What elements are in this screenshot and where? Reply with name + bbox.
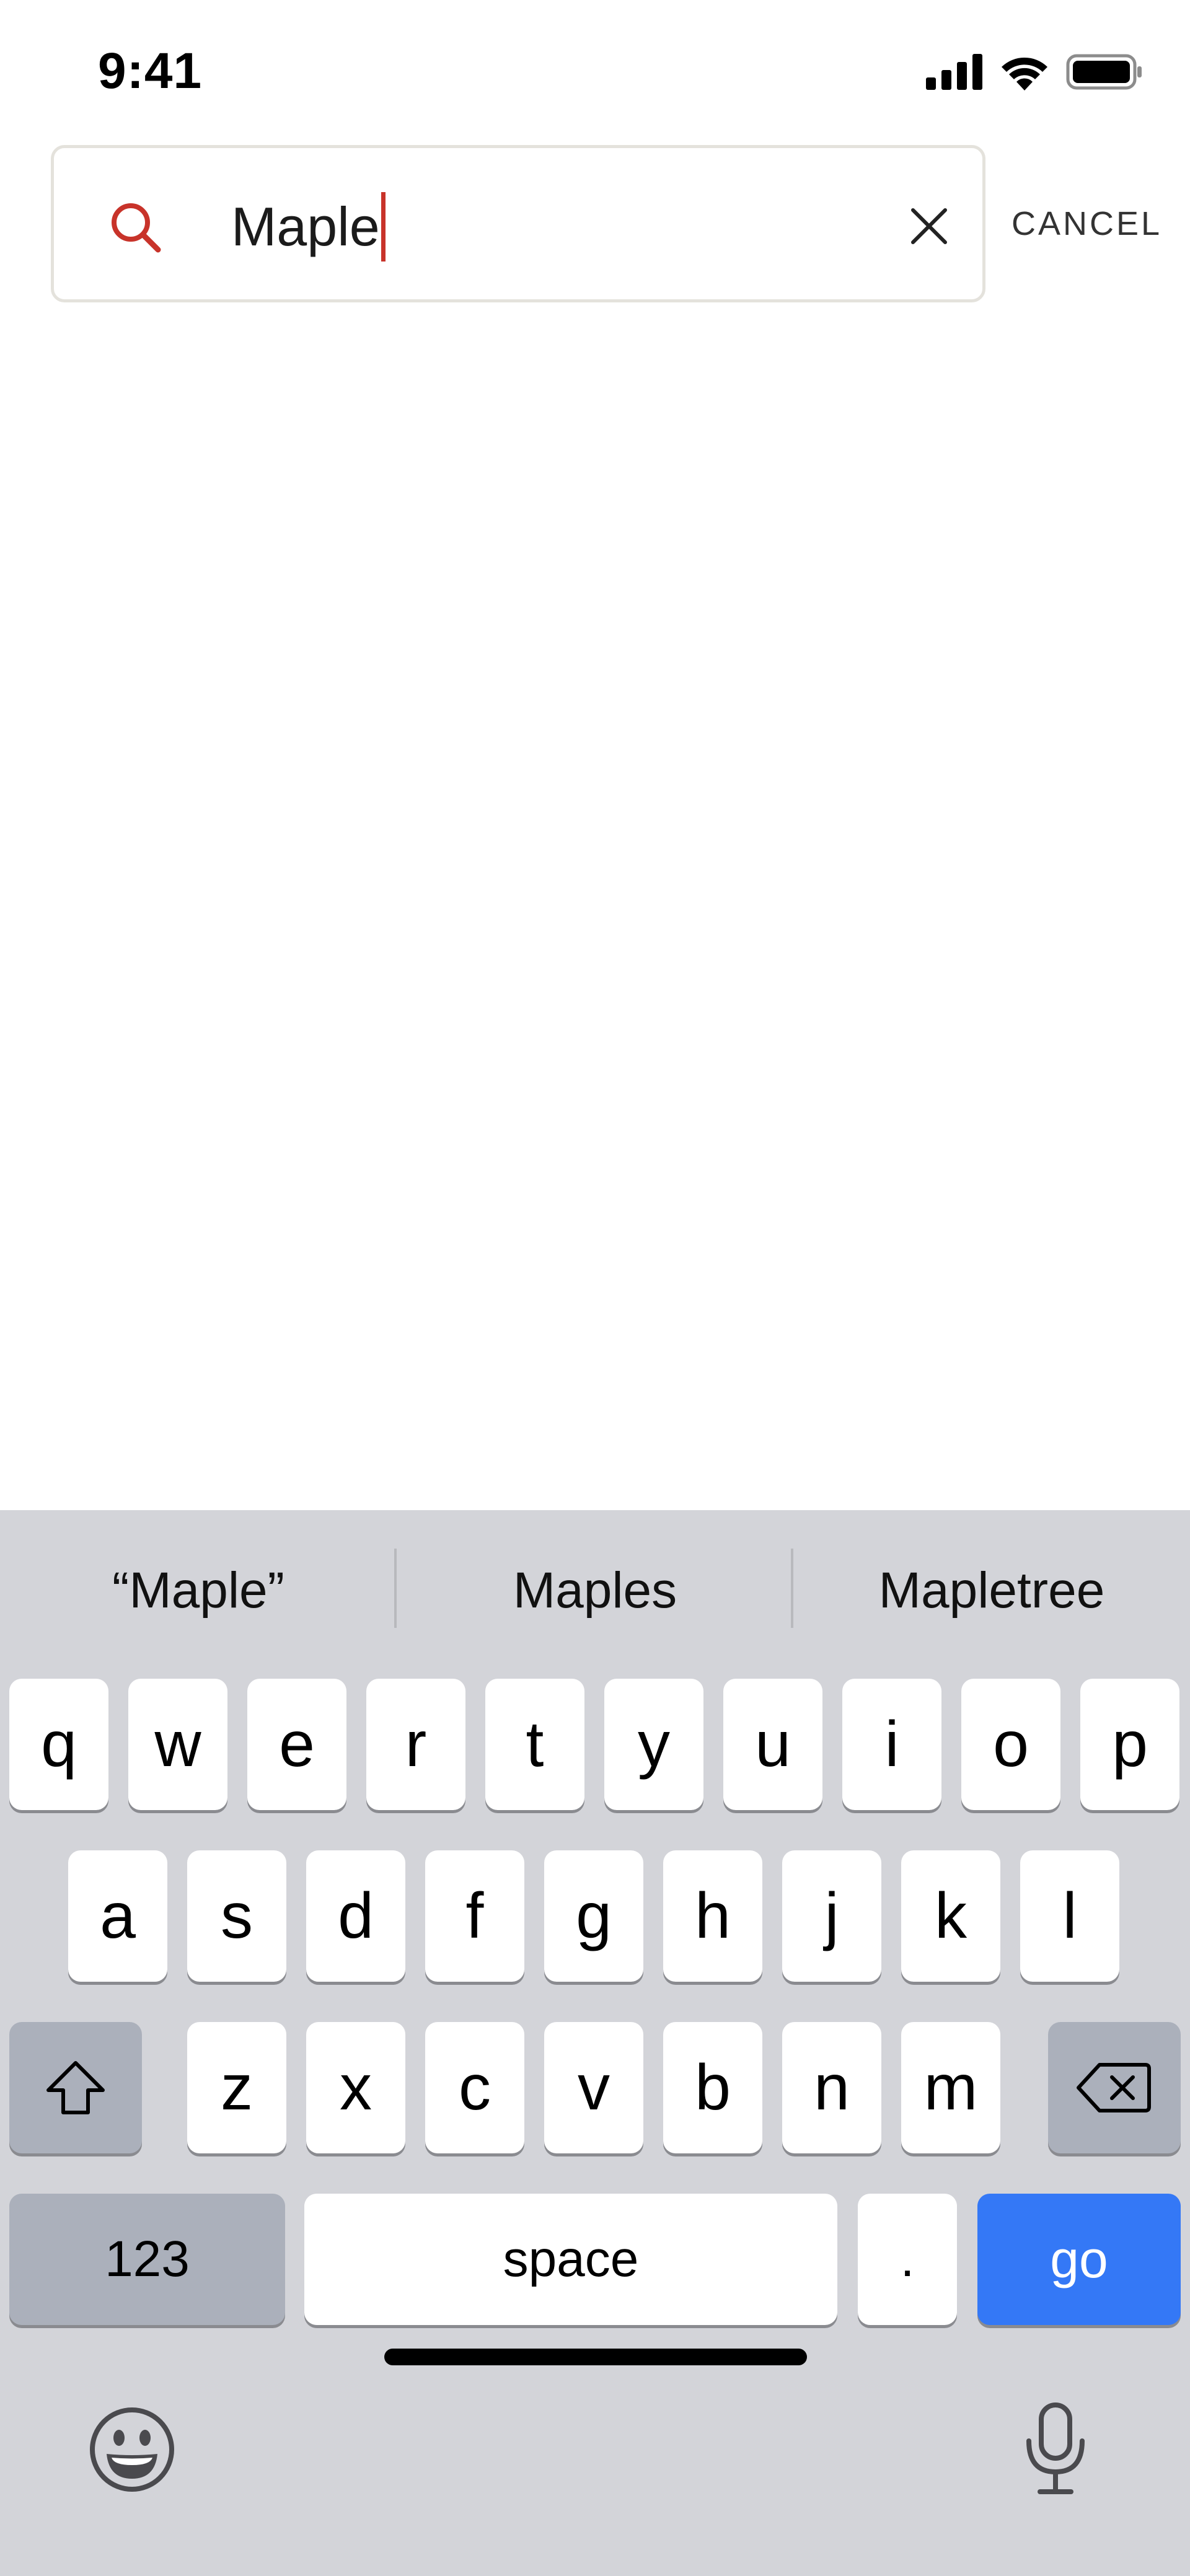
shift-key[interactable] — [9, 2022, 142, 2153]
search-input-value: Maple — [231, 196, 380, 257]
status-icons — [926, 53, 1143, 90]
cellular-signal-icon — [926, 54, 982, 90]
key-n[interactable]: n — [782, 2022, 881, 2153]
numbers-key[interactable]: 123 — [9, 2194, 285, 2325]
key-x[interactable]: x — [306, 2022, 405, 2153]
search-box[interactable]: Maple — [51, 145, 985, 302]
key-v[interactable]: v — [544, 2022, 643, 2153]
search-input[interactable]: Maple — [231, 192, 386, 262]
key-z[interactable]: z — [187, 2022, 286, 2153]
home-indicator — [384, 2349, 807, 2365]
suggestion-item[interactable]: “Maple” — [0, 1510, 397, 1671]
wifi-icon — [1002, 57, 1047, 90]
go-key[interactable]: go — [977, 2194, 1181, 2325]
key-k[interactable]: k — [901, 1850, 1000, 1982]
key-b[interactable]: b — [663, 2022, 762, 2153]
key-o[interactable]: o — [961, 1679, 1060, 1810]
shift-icon — [46, 2061, 105, 2114]
search-icon — [112, 203, 161, 253]
battery-icon — [1066, 54, 1142, 90]
key-d[interactable]: d — [306, 1850, 405, 1982]
key-i[interactable]: i — [842, 1679, 941, 1810]
key-y[interactable]: y — [604, 1679, 703, 1810]
delete-key[interactable] — [1048, 2022, 1181, 2153]
key-u[interactable]: u — [723, 1679, 822, 1810]
key-a[interactable]: a — [68, 1850, 167, 1982]
period-key[interactable]: . — [858, 2194, 957, 2325]
status-time: 9:41 — [98, 43, 203, 99]
key-s[interactable]: s — [187, 1850, 286, 1982]
suggestion-bar: “Maple” Maples Mapletree — [0, 1510, 1190, 1671]
space-key[interactable]: space — [304, 2194, 837, 2325]
microphone-icon[interactable] — [1021, 2402, 1090, 2495]
key-m[interactable]: m — [901, 2022, 1000, 2153]
key-h[interactable]: h — [663, 1850, 762, 1982]
key-c[interactable]: c — [425, 2022, 524, 2153]
suggestion-item[interactable]: Mapletree — [793, 1510, 1190, 1671]
key-w[interactable]: w — [128, 1679, 227, 1810]
clear-icon[interactable] — [906, 203, 953, 250]
key-r[interactable]: r — [366, 1679, 465, 1810]
emoji-icon[interactable] — [88, 2406, 176, 2494]
suggestion-item[interactable]: Maples — [397, 1510, 793, 1671]
key-g[interactable]: g — [544, 1850, 643, 1982]
cancel-button[interactable]: CANCEL — [1011, 204, 1162, 243]
key-t[interactable]: t — [485, 1679, 584, 1810]
key-f[interactable]: f — [425, 1850, 524, 1982]
text-caret — [381, 192, 386, 262]
key-p[interactable]: p — [1080, 1679, 1179, 1810]
key-e[interactable]: e — [247, 1679, 346, 1810]
delete-icon — [1077, 2063, 1151, 2112]
search-screen: 9:41 Maple CANCEL “Maple” Maples Mapletr… — [0, 0, 1190, 2576]
key-l[interactable]: l — [1020, 1850, 1119, 1982]
key-q[interactable]: q — [9, 1679, 108, 1810]
key-j[interactable]: j — [782, 1850, 881, 1982]
keyboard: “Maple” Maples Mapletree q w e r t y u i… — [0, 1510, 1190, 2576]
